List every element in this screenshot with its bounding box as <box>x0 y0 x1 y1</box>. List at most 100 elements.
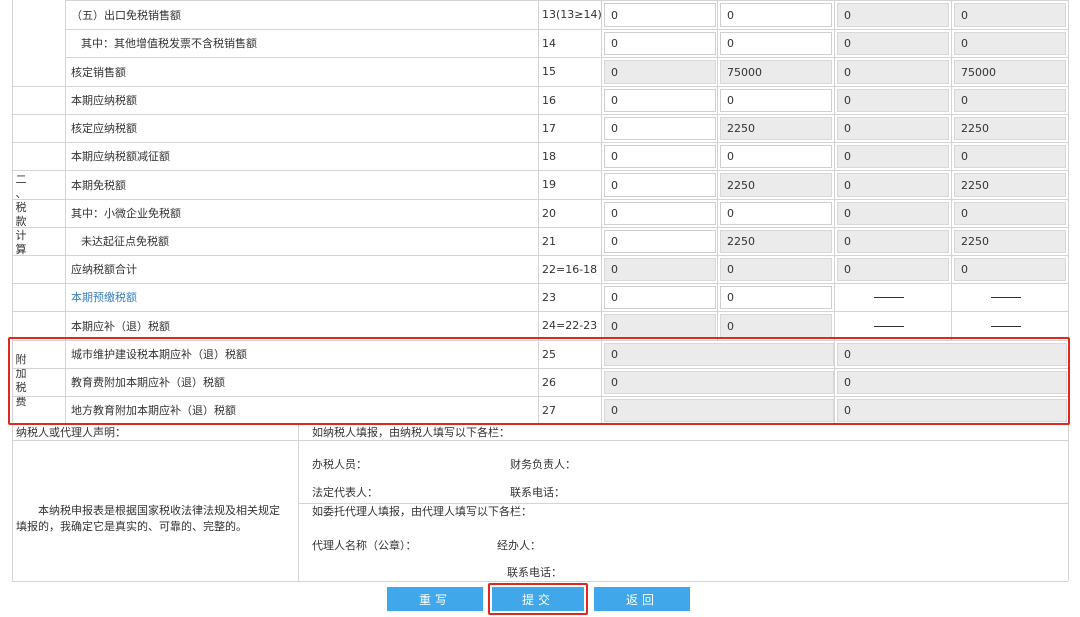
grid-line <box>12 440 1068 441</box>
value-field[interactable]: 0 <box>954 89 1066 112</box>
finance-head-label: 财务负责人： <box>510 458 576 471</box>
grid-line <box>12 170 1068 171</box>
value-field[interactable]: 0 <box>720 286 832 309</box>
tax-return-form: 二 、 税 款 计 算 附 加 税 费 （五）出口免税销售额 13(13≥14) 0… <box>0 0 1080 617</box>
line-number: 23 <box>542 290 556 304</box>
taxpayer-heading: 如纳税人填报，由纳税人填写以下各栏： <box>312 426 510 439</box>
value-field[interactable]: 0 <box>954 32 1066 55</box>
value-field[interactable]: 0 <box>720 3 832 27</box>
row-label: 其中：小微企业免税额 <box>71 207 181 220</box>
value-field[interactable]: 0 <box>720 32 832 55</box>
line-number: 19 <box>542 178 556 191</box>
value-field[interactable]: 0 <box>837 230 949 253</box>
reset-button[interactable]: 重写 <box>387 587 483 611</box>
value-field[interactable]: 0 <box>837 173 949 197</box>
value-field[interactable]: 0 <box>837 60 949 84</box>
section-label-tax-calc: 二 、 税 款 计 算 <box>15 173 27 256</box>
row-label: 本期应纳税额 <box>71 94 137 107</box>
line-number: 24=22-23 <box>542 319 598 332</box>
grid-line <box>12 424 13 581</box>
row-label: （五）出口免税销售额 <box>71 8 181 22</box>
value-field[interactable]: 0 <box>720 145 832 168</box>
line-number: 16 <box>542 93 556 107</box>
grid-line <box>12 114 1068 115</box>
value-field[interactable]: 0 <box>604 230 716 253</box>
value-field[interactable]: 2250 <box>720 173 832 197</box>
agent-phone-label: 联系电话： <box>507 566 562 579</box>
value-field[interactable]: 0 <box>604 89 716 112</box>
grid-line <box>12 142 1068 143</box>
value-field[interactable]: 0 <box>954 202 1066 225</box>
value-field[interactable]: 0 <box>604 60 716 84</box>
value-field[interactable]: 2250 <box>954 230 1066 253</box>
value-field[interactable]: 75000 <box>720 60 832 84</box>
value-field[interactable]: 0 <box>837 117 949 140</box>
value-field[interactable]: 0 <box>954 258 1066 281</box>
grid-line <box>1068 424 1069 581</box>
value-field[interactable]: 0 <box>604 286 716 309</box>
value-field[interactable]: 0 <box>720 314 832 338</box>
handler-label: 办税人员： <box>312 458 367 471</box>
grid-line <box>12 86 1068 87</box>
not-applicable-mark <box>874 297 904 298</box>
value-field[interactable]: 0 <box>837 3 949 27</box>
value-field[interactable]: 2250 <box>720 230 832 253</box>
grid-line <box>65 29 1068 30</box>
value-field[interactable]: 75000 <box>954 60 1066 84</box>
value-field[interactable]: 0 <box>604 258 716 281</box>
value-field[interactable]: 0 <box>837 145 949 168</box>
grid-line <box>65 57 1068 58</box>
value-field[interactable]: 0 <box>604 32 716 55</box>
row-label: 本期应补（退）税额 <box>71 319 170 333</box>
legal-rep-label: 法定代表人： <box>312 486 378 499</box>
value-field[interactable]: 2250 <box>954 173 1066 197</box>
grid-line <box>951 0 952 340</box>
back-button[interactable]: 返回 <box>594 587 690 611</box>
value-field[interactable]: 0 <box>720 202 832 225</box>
grid-line <box>12 311 1068 312</box>
grid-line <box>12 581 1068 582</box>
value-field[interactable]: 0 <box>604 3 716 27</box>
line-number: 18 <box>542 149 556 163</box>
line-number: 14 <box>542 36 556 50</box>
row-label: 本期免税额 <box>71 178 126 192</box>
line-number: 13(13≥14) <box>542 8 602 21</box>
row-label: 核定销售额 <box>71 65 126 79</box>
value-field[interactable]: 0 <box>837 32 949 55</box>
value-field[interactable]: 0 <box>604 117 716 140</box>
value-field[interactable]: 0 <box>604 145 716 168</box>
value-field[interactable]: 0 <box>604 314 716 338</box>
not-applicable-mark <box>991 297 1021 298</box>
not-applicable-mark <box>874 325 904 327</box>
row-label: 未达起征点免税额 <box>81 235 169 248</box>
value-field[interactable]: 0 <box>604 202 716 225</box>
value-field[interactable]: 2250 <box>720 117 832 140</box>
grid-line <box>65 0 1068 1</box>
grid-line <box>298 424 299 581</box>
grid-line <box>12 227 1068 228</box>
value-field[interactable]: 0 <box>954 145 1066 168</box>
line-number: 15 <box>542 65 556 78</box>
row-label: 应纳税额合计 <box>71 263 137 276</box>
row-label: 本期应纳税额减征额 <box>71 150 170 163</box>
grid-line <box>12 86 65 87</box>
value-field[interactable]: 0 <box>837 258 949 281</box>
surcharge-highlight <box>8 337 1070 425</box>
value-field[interactable]: 0 <box>837 89 949 112</box>
value-field[interactable]: 0 <box>954 3 1066 27</box>
value-field[interactable]: 0 <box>837 202 949 225</box>
line-number: 21 <box>542 234 556 248</box>
submit-highlight <box>488 583 588 615</box>
line-number: 22=16-18 <box>542 262 598 276</box>
value-field[interactable]: 0 <box>720 258 832 281</box>
value-field[interactable]: 0 <box>720 89 832 112</box>
phone-label: 联系电话： <box>510 486 565 499</box>
grid-line <box>717 0 718 340</box>
row-label: 其中：其他增值税发票不含税销售额 <box>81 37 257 50</box>
value-field[interactable]: 0 <box>604 173 716 197</box>
line-number: 20 <box>542 206 556 220</box>
grid-line <box>12 199 1068 200</box>
declaration-heading: 纳税人或代理人声明： <box>16 426 126 439</box>
agent-handler-label: 经办人： <box>497 539 541 552</box>
value-field[interactable]: 2250 <box>954 117 1066 140</box>
